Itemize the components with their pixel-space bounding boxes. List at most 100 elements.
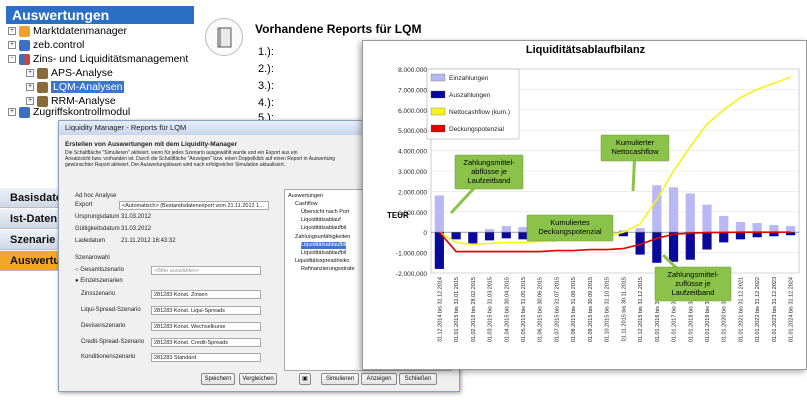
report-tree-item[interactable]: Refinanzierungsstrate bbox=[301, 266, 355, 273]
bar-auszahlungen bbox=[719, 232, 729, 243]
zinsszenario-select[interactable]: 281283 Konst. Zinsen bbox=[151, 290, 261, 299]
nav-ist-daten[interactable]: Ist-Daten bbox=[0, 209, 58, 229]
report-tree-item[interactable]: Liquiditätsablauf bbox=[301, 217, 341, 224]
expand-icon[interactable]: + bbox=[26, 83, 34, 92]
bar-einzahlungen bbox=[484, 229, 495, 233]
report-tree-item[interactable]: Liquiditätsablaufbil bbox=[301, 250, 346, 257]
print-button[interactable]: ▣ bbox=[299, 373, 311, 385]
tree-item-zugriffskontrollmodul[interactable]: + Zugriffskontrollmodul bbox=[8, 106, 130, 119]
navigation-tree: Auswertungen + Marktdatenmanager + zeb.con… bbox=[0, 0, 200, 118]
report-tree-item[interactable]: Übersicht nach Port bbox=[301, 209, 349, 216]
tree-item-marktdatenmanager[interactable]: + Marktdatenmanager bbox=[8, 25, 127, 38]
bar-einzahlungen bbox=[518, 227, 528, 233]
expand-icon[interactable]: + bbox=[8, 108, 16, 117]
report-number: 3.): bbox=[258, 80, 274, 92]
credit-spread-select[interactable]: 281283 Konst. Credit-Spreads bbox=[151, 338, 261, 347]
gesamtszenario-select[interactable]: <Bitte auswählen> bbox=[151, 266, 261, 275]
x-tick-label: 01.01.2023 bis 31.12.2023 bbox=[772, 277, 778, 342]
legend-swatch bbox=[430, 124, 446, 133]
expand-icon[interactable]: + bbox=[8, 27, 16, 36]
konditionen-select[interactable]: 281283 Standard bbox=[151, 353, 261, 362]
field-label: Gültigkeitsdatum bbox=[75, 226, 120, 232]
y-tick-label: -1.000.000 bbox=[396, 251, 427, 258]
devisenszenario-select[interactable]: 281283 Konst. Wechselkurse bbox=[151, 322, 261, 331]
y-tick-label: 6.000.000 bbox=[398, 108, 427, 115]
dialog-heading: Erstellen von Auswertungen mit dem Liqui… bbox=[65, 141, 238, 148]
expand-icon[interactable]: + bbox=[8, 41, 16, 50]
field-value: 31.03.2012 bbox=[121, 214, 152, 220]
x-tick-label: 01.05.2015 bis 31.05.2015 bbox=[521, 277, 527, 342]
database-icon bbox=[37, 67, 48, 79]
y-axis-label: TEUR bbox=[387, 211, 409, 220]
scen-label: Konditionenszenario bbox=[81, 354, 136, 360]
nav-auswertungen[interactable]: Auswertu bbox=[0, 251, 60, 271]
tree-label: Marktdatenmanager bbox=[33, 25, 127, 37]
collapse-icon[interactable]: - bbox=[8, 55, 16, 64]
field-value: 21.11.2012 16:43:32 bbox=[121, 238, 176, 244]
tree-item-lqm-analysen[interactable]: + LQM-Analysen bbox=[26, 81, 125, 94]
report-tree-item[interactable]: Cashflow bbox=[295, 201, 318, 208]
field-label: Ladedatum bbox=[75, 238, 106, 244]
bar-auszahlungen bbox=[484, 232, 495, 241]
x-tick-label: 01.08.2015 bis 31.08.2015 bbox=[571, 277, 577, 342]
report-number: 1.): bbox=[258, 46, 274, 58]
bar-einzahlungen bbox=[434, 195, 444, 233]
save-button[interactable]: Speichern bbox=[201, 373, 235, 385]
report-number: 4.): bbox=[258, 97, 274, 109]
tree-item-zeb-control[interactable]: + zeb.control bbox=[8, 39, 84, 52]
liquidity-chart: 8.000.000 7.000.000 6.000.000 5.000.000 4.00… bbox=[387, 67, 800, 342]
x-tick-label: 01.10.2015 bis 31.10.2015 bbox=[605, 277, 611, 342]
legend-label: Deckungspotenzial bbox=[449, 126, 504, 133]
bar-einzahlungen bbox=[752, 223, 762, 233]
expand-icon[interactable]: + bbox=[26, 69, 34, 78]
y-tick-label: 3.000.000 bbox=[398, 169, 427, 176]
bar-auszahlungen bbox=[434, 232, 444, 269]
bar-einzahlungen bbox=[735, 222, 746, 233]
expand-icon[interactable]: + bbox=[26, 97, 34, 106]
tree-item-zins-liquiditaet[interactable]: - Zins- und Liquiditätsmanagement bbox=[8, 53, 188, 66]
radio-label: Gesamtszenario bbox=[80, 267, 124, 273]
nav-basisdaten[interactable]: Basisdate bbox=[0, 188, 62, 208]
tree-item-aps-analyse[interactable]: + APS-Analyse bbox=[26, 67, 113, 80]
y-tick-label: 8.000.000 bbox=[398, 67, 427, 74]
report-tree-item[interactable]: Auswertungen bbox=[288, 193, 323, 200]
tree-label-selected: LQM-Analysen bbox=[51, 81, 125, 93]
show-button[interactable]: Anzeigen bbox=[361, 373, 397, 385]
report-tree-item-selected[interactable]: Liquiditätsablaufbil bbox=[301, 242, 347, 249]
export-select[interactable]: <Automatisch> (Bestandsdatenexport vom 2… bbox=[119, 201, 269, 210]
chart-window: Liquiditätsablaufbilanz 8.000.000 7.000.0… bbox=[362, 40, 807, 370]
bar-auszahlungen bbox=[451, 232, 461, 240]
radio-einzelszenarien[interactable]: ● Einzelszenarien bbox=[75, 278, 123, 285]
simulate-button[interactable]: Simulieren bbox=[321, 373, 359, 385]
callout-text: Kumulierter bbox=[616, 138, 655, 147]
bar-auszahlungen bbox=[501, 232, 511, 239]
liqui-spread-select[interactable]: 281283 Konst. Liqui-Spreads bbox=[151, 306, 261, 315]
bar-auszahlungen bbox=[518, 232, 528, 240]
nav-szenarien[interactable]: Szenarie bbox=[0, 230, 58, 250]
x-tick-label: 01.12.2015 bis 31.12.2015 bbox=[638, 277, 644, 342]
report-tree-item[interactable]: Zahlungsunfähigkeiten bbox=[295, 234, 350, 241]
tree-label: Zins- und Liquiditätsmanagement bbox=[33, 53, 189, 65]
legend-swatch bbox=[430, 73, 446, 82]
scen-label: Liqui-Spread-Szenario bbox=[81, 307, 141, 313]
close-button[interactable]: Schließen bbox=[399, 373, 437, 385]
callout-text: Zahlungsmittel- bbox=[667, 270, 719, 279]
legend-label: Auszahlungen bbox=[449, 92, 491, 99]
tree-label: Zugriffskontrollmodul bbox=[33, 106, 131, 118]
x-tick-label: 01.06.2015 bis 30.06.2015 bbox=[538, 277, 544, 342]
szenario-label: Szenarowahl bbox=[75, 255, 110, 261]
x-tick-label: 01.01.2024 bis 31.12.2024 bbox=[789, 277, 795, 342]
bar-auszahlungen bbox=[702, 232, 712, 250]
bar-einzahlungen bbox=[719, 215, 729, 233]
scen-label: Devisenszenario bbox=[81, 323, 126, 329]
compare-button[interactable]: Vergleichen bbox=[239, 373, 277, 385]
x-tick-label: 01.07.2015 bis 31.07.2015 bbox=[554, 277, 560, 342]
x-tick-label: 01.01.2022 bis 31.12.2022 bbox=[755, 277, 761, 342]
reports-icon bbox=[205, 18, 243, 56]
radio-gesamtszenario[interactable]: ○ Gesamtszenario bbox=[75, 267, 124, 274]
reports-title: Vorhandene Reports für LQM bbox=[255, 22, 422, 36]
report-number: 2.): bbox=[258, 63, 274, 75]
bar-auszahlungen bbox=[685, 232, 695, 260]
report-tree-item[interactable]: Liquiditätsspreadrisiko bbox=[295, 258, 349, 265]
report-tree-item[interactable]: Liquiditätsablaufbil bbox=[301, 225, 346, 232]
